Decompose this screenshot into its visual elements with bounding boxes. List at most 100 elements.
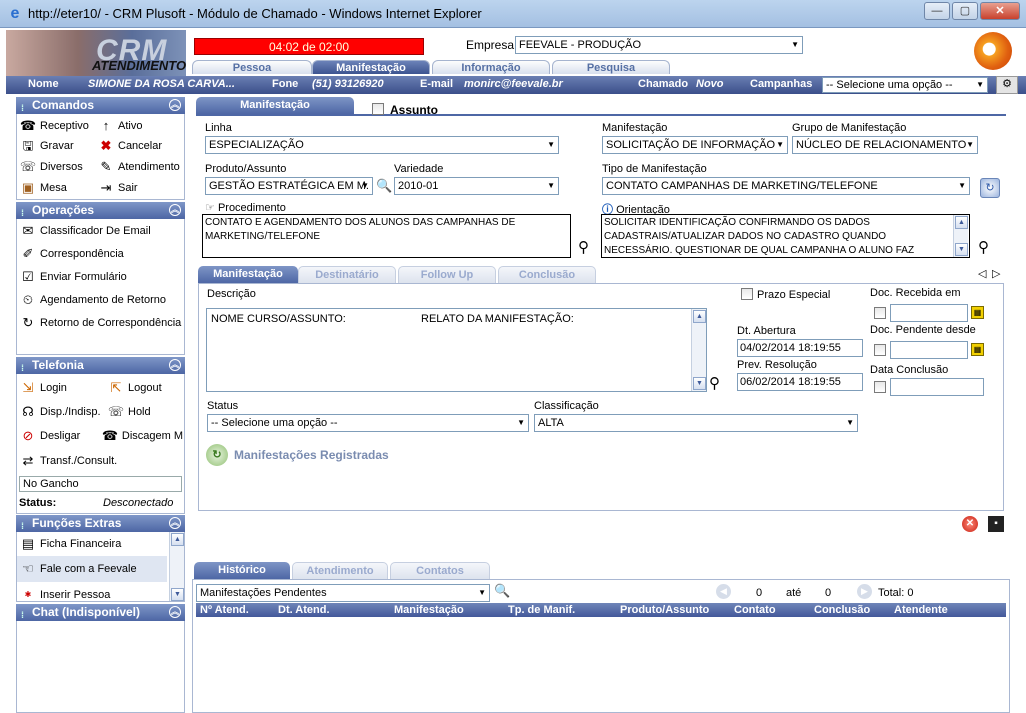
subtab-destinatario[interactable]: Destinatário — [298, 266, 396, 283]
telefonia-header[interactable]: ⁞ Telefonia ︽ — [16, 357, 185, 374]
calendar-icon[interactable]: ▦ — [971, 306, 984, 319]
next-page-icon[interactable]: ▶ — [857, 584, 872, 599]
maximize-button[interactable]: ▢ — [952, 2, 978, 20]
tab-pesquisa[interactable]: Pesquisa — [552, 60, 670, 74]
ficha-financeira-button[interactable]: ▤ Ficha Financeira — [19, 536, 121, 552]
save-icon[interactable]: ▪ — [988, 516, 1004, 532]
tab-pessoa[interactable]: Pessoa — [192, 60, 312, 74]
sair-button[interactable]: ⇥ Sair — [97, 180, 138, 196]
discagem-button[interactable]: ☎ Discagem M — [101, 428, 183, 444]
desligar-button[interactable]: ⊘ Desligar — [19, 428, 81, 444]
status-select[interactable]: -- Selecione uma opção -- — [207, 414, 529, 432]
close-window-button[interactable]: ✕ — [980, 2, 1020, 20]
scroll-down-icon[interactable]: ▼ — [693, 377, 706, 390]
classificador-email-button[interactable]: ✉ Classificador De Email — [19, 223, 151, 239]
classificacao-select[interactable]: ALTA — [534, 414, 858, 432]
collapse-icon[interactable]: ︽ — [169, 204, 181, 216]
doc-recebida-checkbox[interactable] — [874, 307, 886, 319]
doc-pendente-checkbox[interactable] — [874, 344, 886, 356]
prev-resolucao-field[interactable]: 06/02/2014 18:19:55 — [737, 373, 863, 391]
next-tab-icon[interactable]: ▷ — [992, 267, 1000, 280]
empresa-select[interactable]: FEEVALE - PRODUÇÃO — [515, 36, 803, 54]
binoculars-icon[interactable]: ⚲ — [578, 238, 589, 256]
funcoes-scrollbar[interactable]: ▲ ▼ — [169, 532, 184, 601]
refresh-icon[interactable]: ↻ — [980, 178, 1000, 198]
tab-atendimento[interactable]: Atendimento — [292, 562, 388, 579]
produto-select[interactable]: GESTÃO ESTRATÉGICA EM M. — [205, 177, 373, 195]
tab-manifestacao[interactable]: Manifestação — [312, 60, 430, 74]
funcoes-extras-header[interactable]: ⁞ Funções Extras ︽ — [16, 515, 185, 532]
chat-header[interactable]: ⁞ Chat (Indisponível) ︽ — [16, 604, 185, 621]
tab-informacao[interactable]: Informação — [432, 60, 550, 74]
login-button[interactable]: ⇲ Login — [19, 380, 67, 396]
fale-feevale-button[interactable]: ☜ Fale com a Feevale — [17, 556, 167, 582]
data-conclusao-field[interactable] — [890, 378, 984, 396]
filter-select[interactable]: Manifestações Pendentes — [196, 584, 490, 602]
orientacao-scrollbar[interactable]: ▲ ▼ — [953, 215, 968, 257]
receptivo-button[interactable]: ☎ Receptivo — [19, 118, 89, 134]
doc-pendente-field[interactable] — [890, 341, 968, 359]
prev-page-icon[interactable]: ◀ — [716, 584, 731, 599]
telefonia-title: Telefonia — [32, 358, 84, 372]
disp-indisp-button[interactable]: ☊ Disp./Indisp. — [19, 404, 100, 420]
manifestacoes-registradas-link[interactable]: Manifestações Registradas — [234, 448, 389, 462]
cancelar-button[interactable]: ✖ Cancelar — [97, 138, 162, 154]
scroll-up-icon[interactable]: ▲ — [171, 533, 184, 546]
subtab-follow-up[interactable]: Follow Up — [398, 266, 496, 283]
tipo-label: Tipo de Manifestação — [602, 163, 707, 175]
correspondencia-button[interactable]: ✐ Correspondência — [19, 246, 124, 262]
agendamento-retorno-button[interactable]: ⏲ Agendamento de Retorno — [19, 292, 166, 308]
descricao-scrollbar[interactable]: ▲ ▼ — [691, 309, 706, 391]
variedade-select[interactable]: 2010-01 — [394, 177, 559, 195]
retorno-correspondencia-button[interactable]: ↻ Retorno de Correspondência — [19, 315, 182, 331]
subtab-manifestacao[interactable]: Manifestação — [198, 266, 298, 283]
hold-button[interactable]: ☏ Hold — [107, 404, 151, 420]
collapse-icon[interactable]: ︽ — [169, 517, 181, 529]
atendimento-button[interactable]: ✎ Atendimento — [97, 159, 180, 175]
logout-button[interactable]: ⇱ Logout — [107, 380, 162, 396]
inserir-pessoa-button[interactable]: ✱ Inserir Pessoa — [19, 587, 111, 601]
collapse-icon[interactable]: ︽ — [169, 99, 181, 111]
scroll-up-icon[interactable]: ▲ — [955, 216, 968, 229]
prev-tab-icon[interactable]: ◁ — [978, 267, 986, 280]
calendar-icon[interactable]: ▦ — [971, 343, 984, 356]
enviar-formulario-button[interactable]: ☑ Enviar Formulário — [19, 269, 127, 285]
operacoes-header[interactable]: ⁞ Operações ︽ — [16, 202, 185, 219]
registered-icon[interactable]: ↻ — [206, 444, 228, 466]
campanhas-icon[interactable]: ⚙ — [996, 76, 1018, 94]
window-titlebar: e http://eter10/ - CRM Plusoft - Módulo … — [0, 0, 1026, 28]
collapse-icon[interactable]: ︽ — [169, 359, 181, 371]
scroll-down-icon[interactable]: ▼ — [171, 588, 184, 601]
binoculars-icon[interactable]: ⚲ — [709, 374, 720, 392]
dt-abertura-field[interactable]: 04/02/2014 18:19:55 — [737, 339, 863, 357]
descricao-textarea[interactable]: NOME CURSO/ASSUNTO: RELATO DA MANIFESTAÇ… — [206, 308, 707, 392]
status-value: Desconectado — [103, 497, 174, 509]
subtab-conclusao[interactable]: Conclusão — [498, 266, 596, 283]
search-icon[interactable]: 🔍 — [494, 583, 510, 599]
manifestacao-section-tab[interactable]: Manifestação — [196, 97, 354, 114]
grupo-select[interactable]: NÚCLEO DE RELACIONAMENTO — [792, 136, 978, 154]
transf-consult-button[interactable]: ⇄ Transf./Consult. — [19, 453, 118, 469]
search-icon[interactable]: 🔍 — [376, 178, 392, 194]
ativo-button[interactable]: ↑ Ativo — [97, 118, 143, 134]
campanhas-select[interactable]: -- Selecione uma opção -- — [822, 77, 988, 93]
tab-contatos[interactable]: Contatos — [390, 562, 490, 579]
data-conclusao-checkbox[interactable] — [874, 381, 886, 393]
linha-select[interactable]: ESPECIALIZAÇÃO — [205, 136, 559, 154]
diversos-button[interactable]: ☏ Diversos — [19, 159, 83, 175]
mesa-button[interactable]: ▣ Mesa — [19, 180, 67, 196]
binoculars-icon[interactable]: ⚲ — [978, 238, 989, 256]
tab-historico[interactable]: Histórico — [194, 562, 290, 579]
scroll-up-icon[interactable]: ▲ — [693, 310, 706, 323]
scroll-down-icon[interactable]: ▼ — [955, 243, 968, 256]
prazo-especial-checkbox[interactable] — [741, 288, 753, 300]
manifestacao-select[interactable]: SOLICITAÇÃO DE INFORMAÇÃO — [602, 136, 788, 154]
gravar-button[interactable]: 🖫 Gravar — [19, 138, 73, 154]
cancel-icon[interactable]: ✕ — [962, 516, 978, 532]
assunto-checkbox[interactable] — [372, 103, 384, 115]
minimize-button[interactable]: — — [924, 2, 950, 20]
tipo-select[interactable]: CONTATO CAMPANHAS DE MARKETING/TELEFONE — [602, 177, 970, 195]
comandos-header[interactable]: ⁞ Comandos ︽ — [16, 97, 185, 114]
doc-recebida-field[interactable] — [890, 304, 968, 322]
collapse-icon[interactable]: ︽ — [169, 606, 181, 618]
